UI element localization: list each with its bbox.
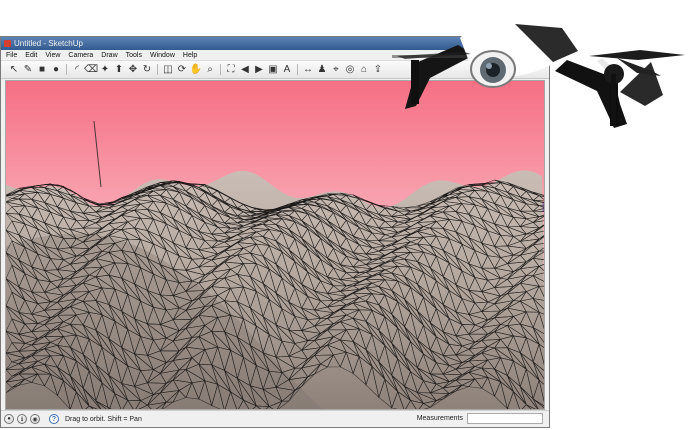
next-view-icon[interactable]: ▶ [253, 64, 265, 76]
select-tool-icon[interactable]: ↖ [8, 64, 20, 76]
measurements-label: Measurements [416, 415, 463, 422]
menu-file[interactable]: File [6, 52, 17, 59]
window-title: Untitled - SketchUp [14, 39, 83, 48]
text-tool-icon[interactable]: A [281, 64, 293, 76]
paint-bucket-icon[interactable]: ✦ [99, 64, 111, 76]
move-tool-icon[interactable]: ✥ [127, 64, 139, 76]
menu-draw[interactable]: Draw [101, 52, 117, 59]
composite-scene: Untitled - SketchUp File Edit View Camer… [0, 0, 690, 430]
toolbar-separator [220, 64, 221, 75]
zoom-tool-icon[interactable]: ⌕ [204, 64, 216, 76]
zoom-extents-icon[interactable]: ⛶ [225, 64, 237, 76]
credits-icon[interactable]: ℹ [17, 414, 27, 424]
user-icon[interactable]: ◉ [30, 414, 40, 424]
rotate-tool-icon[interactable]: ↻ [141, 64, 153, 76]
walk-tool-icon[interactable]: ♟ [316, 64, 328, 76]
previous-view-icon[interactable]: ◀ [239, 64, 251, 76]
geo-location-icon[interactable]: ● [4, 414, 14, 424]
measurements-field[interactable] [467, 413, 543, 424]
component-icon[interactable]: ▣ [267, 64, 279, 76]
menu-camera[interactable]: Camera [68, 52, 93, 59]
menu-tools[interactable]: Tools [126, 52, 142, 59]
toolbar-separator [66, 64, 67, 75]
eraser-tool-icon[interactable]: ⌫ [84, 64, 98, 76]
orbit-tool-icon[interactable]: ⟳ [176, 64, 188, 76]
pencil-tool-icon[interactable]: ✎ [22, 64, 34, 76]
drone-image [392, 18, 685, 128]
menu-window[interactable]: Window [150, 52, 175, 59]
offset-tool-icon[interactable]: ◫ [162, 64, 174, 76]
status-bar: ● ℹ ◉ ? Drag to orbit. Shift = Pan Measu… [1, 410, 549, 427]
menu-help[interactable]: Help [183, 52, 197, 59]
sketchup-app-icon [4, 40, 11, 47]
dimension-tool-icon[interactable]: ↔ [302, 64, 314, 76]
push-pull-icon[interactable]: ⬆ [113, 64, 125, 76]
drone-photo-overlay [382, 0, 688, 134]
toolbar-separator [157, 64, 158, 75]
menu-view[interactable]: View [45, 52, 60, 59]
rectangle-tool-icon[interactable]: ■ [36, 64, 48, 76]
menu-edit[interactable]: Edit [25, 52, 37, 59]
toolbar-separator [297, 64, 298, 75]
warehouse-icon[interactable]: ⌂ [358, 64, 370, 76]
drone-body [460, 18, 579, 88]
pan-tool-icon[interactable]: ✋ [190, 64, 202, 76]
look-around-icon[interactable]: ◎ [344, 64, 356, 76]
status-hint: Drag to orbit. Shift = Pan [65, 415, 142, 423]
position-camera-icon[interactable]: ⌖ [330, 64, 342, 76]
arc-tool-icon[interactable]: ◜ [71, 64, 83, 76]
circle-tool-icon[interactable]: ● [50, 64, 62, 76]
help-icon[interactable]: ? [49, 414, 59, 424]
